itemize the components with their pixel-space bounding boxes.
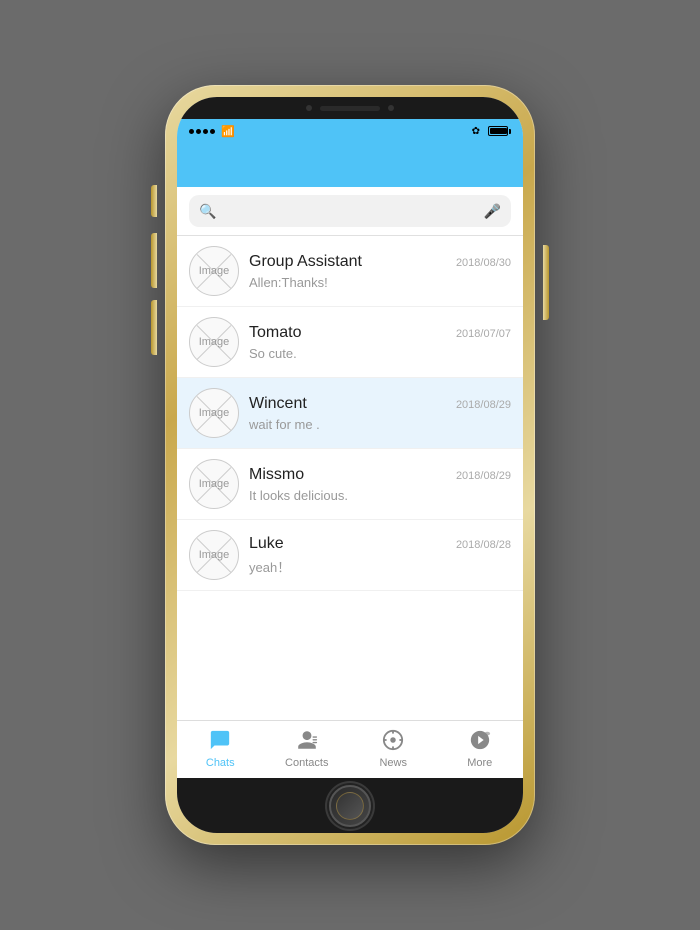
contacts-tab-icon [296, 729, 318, 755]
volume-up-button[interactable] [151, 233, 157, 288]
chat-list-item[interactable]: Image Group Assistant 2018/08/30 Allen:T… [177, 236, 523, 307]
phone-frame: 📶 ✿ 🔍 🎤 [165, 85, 535, 845]
more-tab-label: More [467, 757, 492, 769]
chats-tab-icon [209, 729, 231, 751]
home-button[interactable] [329, 785, 371, 827]
chat-date: 2018/08/29 [456, 399, 511, 411]
phone-screen: 📶 ✿ 🔍 🎤 [177, 97, 523, 833]
chat-preview: Allen:Thanks! [249, 275, 511, 290]
chat-info: Group Assistant 2018/08/30 Allen:Thanks! [249, 253, 511, 290]
app-header [177, 143, 523, 187]
chat-name: Luke [249, 535, 284, 553]
chats-tab-icon [209, 729, 231, 755]
chat-preview: wait for me . [249, 417, 511, 432]
home-button-area [177, 778, 523, 833]
bluetooth-icon: ✿ [472, 126, 480, 137]
tab-news[interactable]: News [350, 729, 437, 769]
search-icon: 🔍 [199, 203, 216, 220]
chat-top-row: Luke 2018/08/28 [249, 535, 511, 553]
avatar-label: Image [199, 336, 230, 348]
chat-info: Tomato 2018/07/07 So cute. [249, 324, 511, 361]
avatar: Image [189, 388, 239, 438]
volume-down-button[interactable] [151, 300, 157, 355]
proximity-sensor [388, 105, 394, 111]
speaker [320, 106, 380, 111]
chat-preview: It looks delicious. [249, 488, 511, 503]
signal-bars [189, 129, 215, 134]
chat-list-item[interactable]: Image Tomato 2018/07/07 So cute. [177, 307, 523, 378]
avatar: Image [189, 530, 239, 580]
tab-bar: Chats Contacts News More [177, 720, 523, 778]
avatar-label: Image [199, 265, 230, 277]
avatar-label: Image [199, 478, 230, 490]
front-camera [306, 105, 312, 111]
chat-top-row: Wincent 2018/08/29 [249, 395, 511, 413]
tab-chats[interactable]: Chats [177, 729, 264, 769]
chat-date: 2018/08/29 [456, 470, 511, 482]
battery-icon [488, 126, 511, 136]
power-button[interactable] [543, 245, 549, 320]
avatar-label: Image [199, 407, 230, 419]
chat-list-item[interactable]: Image Wincent 2018/08/29 wait for me . [177, 378, 523, 449]
avatar-label: Image [199, 549, 230, 561]
phone-top-bar [177, 97, 523, 119]
more-tab-icon [469, 729, 491, 751]
chat-top-row: Tomato 2018/07/07 [249, 324, 511, 342]
avatar: Image [189, 459, 239, 509]
avatar: Image [189, 317, 239, 367]
chat-name: Group Assistant [249, 253, 362, 271]
chat-list-item[interactable]: Image Missmo 2018/08/29 It looks delicio… [177, 449, 523, 520]
chat-top-row: Group Assistant 2018/08/30 [249, 253, 511, 271]
chat-list-item[interactable]: Image Luke 2018/08/28 yeah！ [177, 520, 523, 591]
chat-name: Missmo [249, 466, 304, 484]
chat-date: 2018/07/07 [456, 328, 511, 340]
microphone-icon[interactable]: 🎤 [484, 203, 501, 220]
news-tab-icon [382, 729, 404, 751]
contacts-tab-label: Contacts [285, 757, 328, 769]
search-bar-container: 🔍 🎤 [177, 187, 523, 236]
tab-more[interactable]: More [437, 729, 524, 769]
chat-preview: yeah！ [249, 557, 511, 576]
chat-info: Wincent 2018/08/29 wait for me . [249, 395, 511, 432]
news-tab-icon [382, 729, 404, 755]
chat-name: Wincent [249, 395, 307, 413]
contacts-tab-icon [296, 729, 318, 751]
chat-date: 2018/08/28 [456, 539, 511, 551]
status-right: ✿ [472, 126, 511, 137]
chats-tab-label: Chats [206, 757, 235, 769]
mute-button[interactable] [151, 185, 157, 217]
chat-date: 2018/08/30 [456, 257, 511, 269]
status-bar: 📶 ✿ [177, 119, 523, 143]
wifi-icon: 📶 [221, 125, 235, 138]
more-tab-icon [469, 729, 491, 755]
search-bar[interactable]: 🔍 🎤 [189, 195, 511, 227]
tab-contacts[interactable]: Contacts [264, 729, 351, 769]
chat-info: Luke 2018/08/28 yeah！ [249, 535, 511, 576]
chat-top-row: Missmo 2018/08/29 [249, 466, 511, 484]
chat-info: Missmo 2018/08/29 It looks delicious. [249, 466, 511, 503]
status-left: 📶 [189, 125, 235, 138]
chat-preview: So cute. [249, 346, 511, 361]
chat-list: Image Group Assistant 2018/08/30 Allen:T… [177, 236, 523, 720]
news-tab-label: News [379, 757, 407, 769]
chat-name: Tomato [249, 324, 301, 342]
avatar: Image [189, 246, 239, 296]
